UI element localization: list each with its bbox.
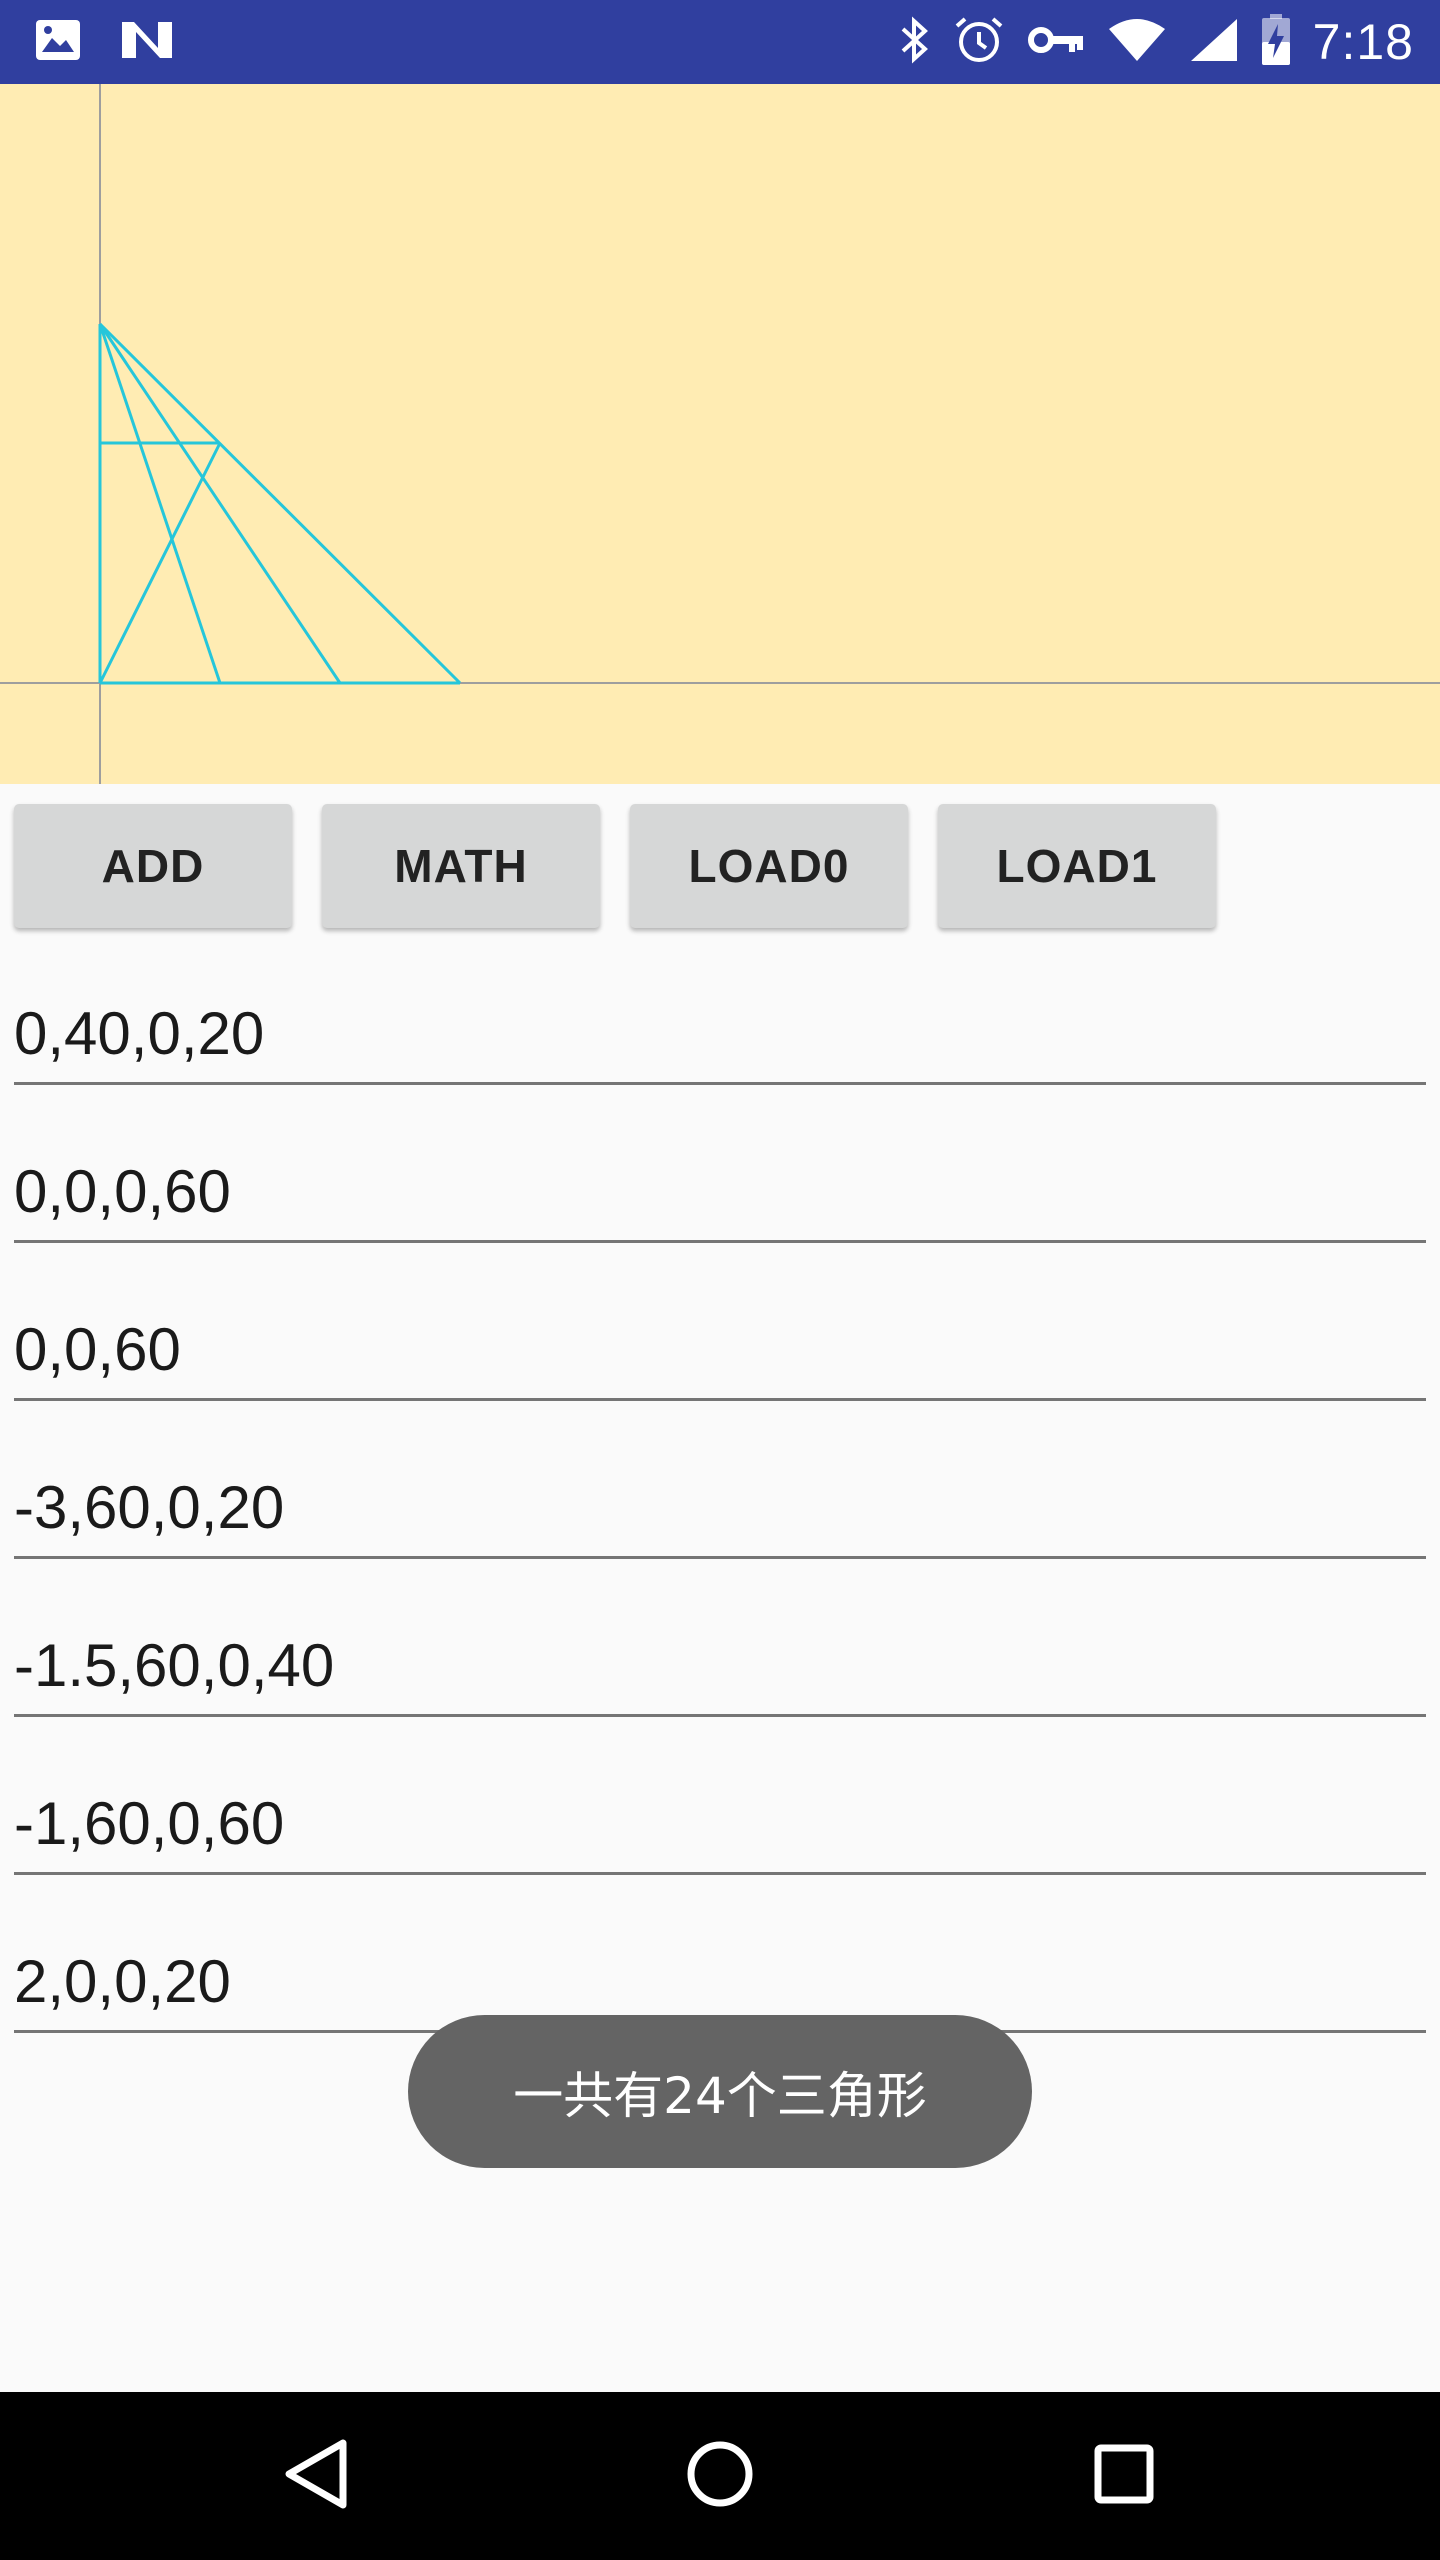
button-row: ADD MATH LOAD0 LOAD1: [0, 784, 1440, 944]
line-input-2[interactable]: 0,0,0,60: [14, 1120, 1426, 1243]
line-input-3[interactable]: 0,0,60: [14, 1278, 1426, 1401]
line-input-6[interactable]: -1,60,0,60: [14, 1752, 1426, 1875]
triangle-drawing: [0, 84, 1440, 784]
line-input-3-value: 0,0,60: [14, 1316, 181, 1383]
bluetooth-icon: [899, 15, 931, 70]
line-input-4[interactable]: -3,60,0,20: [14, 1436, 1426, 1559]
line-apex-to-220: [98, 323, 222, 684]
clock: 7:18: [1312, 14, 1414, 70]
line-input-5-value: -1.5,60,0,40: [14, 1632, 335, 1699]
line-input-1[interactable]: 0,40,0,20: [14, 962, 1426, 1085]
navigation-bar: [0, 2392, 1440, 2560]
load1-button[interactable]: LOAD1: [938, 804, 1216, 928]
back-icon: [281, 2437, 351, 2516]
line-input-6-value: -1,60,0,60: [14, 1790, 285, 1857]
line-input-5[interactable]: -1.5,60,0,40: [14, 1594, 1426, 1717]
line-input-7-value: 2,0,0,20: [14, 1948, 231, 2015]
line-hypotenuse: [98, 322, 462, 685]
line-input-1-value: 0,40,0,20: [14, 1000, 265, 1067]
line-input-4-value: -3,60,0,20: [14, 1474, 285, 1541]
line-diagonal-up: [98, 442, 222, 684]
triangle-lines: [98, 322, 462, 685]
battery-charging-icon: [1261, 13, 1291, 71]
line-input-2-value: 0,0,0,60: [14, 1158, 231, 1225]
status-bar: 7:18: [0, 0, 1440, 84]
back-button[interactable]: [266, 2426, 366, 2526]
recents-icon: [1092, 2442, 1156, 2511]
signal-icon: [1189, 17, 1239, 68]
n-logo-icon: [120, 18, 174, 67]
home-button[interactable]: [670, 2426, 770, 2526]
home-icon: [685, 2439, 755, 2514]
recents-button[interactable]: [1074, 2426, 1174, 2526]
wifi-icon: [1107, 17, 1167, 68]
line-apex-to-340: [98, 323, 342, 684]
vpn-key-icon: [1027, 24, 1085, 61]
image-icon: [34, 18, 82, 67]
load0-button[interactable]: LOAD0: [630, 804, 908, 928]
alarm-icon: [953, 14, 1005, 71]
math-button[interactable]: MATH: [322, 804, 600, 928]
drawing-canvas[interactable]: [0, 84, 1440, 784]
add-button[interactable]: ADD: [14, 804, 292, 928]
toast-message: 一共有24个三角形: [408, 2015, 1032, 2168]
